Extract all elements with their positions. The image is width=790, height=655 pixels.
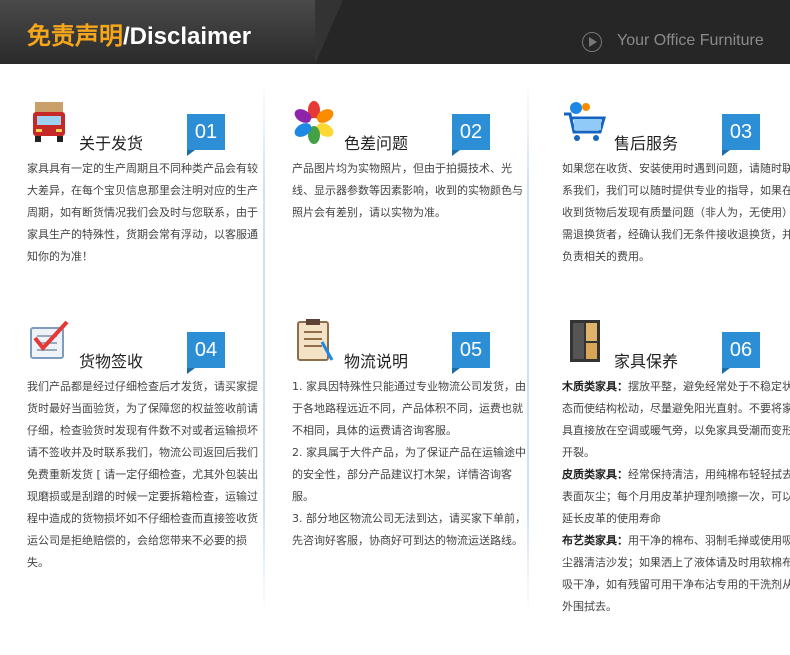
title-tab: 免责声明/Disclaimer <box>0 0 343 64</box>
card-color-diff: 色差问题 02 产品图片均为实物照片，但由于拍摄技术、光线、显示器参数等因素影响… <box>292 100 528 300</box>
card-body: 1. 家具因特殊性只能通过专业物流公司发货，由于各地路程远近不同，产品体积不同，… <box>292 376 528 552</box>
title-en: /Disclaimer <box>123 23 252 50</box>
card-title: 售后服务 <box>614 134 679 153</box>
card-title: 关于发货 <box>79 134 144 153</box>
color-wheel-icon <box>294 101 334 144</box>
care-label: 皮质类家具： <box>562 468 628 481</box>
card-title: 货物签收 <box>79 352 144 371</box>
logistics-item: 3. 部分地区物流公司无法到达，请买家下单前，先咨询好客服，协商好可到达的物流运… <box>292 512 526 547</box>
care-item: 皮质类家具：经常保持清洁，用纯棉布轻轻拭去表面灰尘；每个月用皮革护理剂喷擦一次，… <box>562 464 790 530</box>
card-number-badge: 01 <box>187 114 225 156</box>
card-logistics: 物流说明 05 1. 家具因特殊性只能通过专业物流公司发货，由于各地路程远近不同… <box>292 318 528 608</box>
slogan-text: Your Office Furniture <box>617 32 764 49</box>
card-text: 我们产品都是经过仔细检查后才发货，请买家提货时最好当面验货，为了保障您的权益签收… <box>27 380 259 569</box>
card-title: 物流说明 <box>344 352 409 371</box>
card-receipt: 货物签收 04 我们产品都是经过仔细检查后才发货，请买家提货时最好当面验货，为了… <box>27 318 263 608</box>
card-title: 家具保养 <box>614 352 679 371</box>
title-cn: 免责声明 <box>27 23 123 50</box>
cabinet-icon <box>570 320 600 362</box>
logistics-item: 1. 家具因特殊性只能通过专业物流公司发货，由于各地路程远近不同，产品体积不同，… <box>292 380 526 437</box>
card-text: 产品图片均为实物照片，但由于拍摄技术、光线、显示器参数等因素影响，收到的实物颜色… <box>292 162 523 219</box>
card-number-badge: 06 <box>722 332 760 374</box>
card-body: 我们产品都是经过仔细检查后才发货，请买家提货时最好当面验货，为了保障您的权益签收… <box>27 376 263 574</box>
card-maintenance: 家具保养 06 木质类家具：摆放平整，避免经常处于不稳定状态而使结构松动，尽量避… <box>562 318 790 613</box>
card-body: 产品图片均为实物照片，但由于拍摄技术、光线、显示器参数等因素影响，收到的实物颜色… <box>292 158 528 224</box>
column-divider <box>263 80 265 615</box>
checklist-icon <box>30 320 69 359</box>
card-text: 如果您在收货、安装使用时遇到问题，请随时联系我们，我们可以随时提供专业的指导，如… <box>562 162 790 263</box>
card-body: 如果您在收货、安装使用时遇到问题，请随时联系我们，我们可以随时提供专业的指导，如… <box>562 158 790 268</box>
card-number-badge: 03 <box>722 114 760 156</box>
card-number-badge: 04 <box>187 332 225 374</box>
care-item: 木质类家具：摆放平整，避免经常处于不稳定状态而使结构松动，尽量避免阳光直射。不要… <box>562 376 790 464</box>
card-body: 家具具有一定的生产周期且不同种类产品会有较大差异，在每个宝贝信息那里会注明对应的… <box>27 158 263 268</box>
header-bar: 免责声明/Disclaimer Your Office Furniture <box>0 0 790 64</box>
play-circle-icon[interactable] <box>582 32 602 52</box>
card-text: 家具具有一定的生产周期且不同种类产品会有较大差异，在每个宝贝信息那里会注明对应的… <box>27 162 258 263</box>
page-title: 免责声明/Disclaimer <box>27 16 251 51</box>
card-after-sales: 售后服务 03 如果您在收货、安装使用时遇到问题，请随时联系我们，我们可以随时提… <box>562 100 790 300</box>
card-number-badge: 02 <box>452 114 490 156</box>
card-number-badge: 05 <box>452 332 490 374</box>
card-title: 色差问题 <box>344 134 409 153</box>
card-body: 木质类家具：摆放平整，避免经常处于不稳定状态而使结构松动，尽量避免阳光直射。不要… <box>562 376 790 618</box>
shopping-cart-icon <box>564 102 606 141</box>
care-item: 布艺类家具：用干净的棉布、羽制毛掸或使用吸尘器清洁沙发；如果洒上了液体请及时用软… <box>562 530 790 618</box>
card-shipping: 关于发货 01 家具具有一定的生产周期且不同种类产品会有较大差异，在每个宝贝信息… <box>27 100 263 300</box>
care-label: 木质类家具： <box>562 380 628 393</box>
delivery-truck-icon <box>33 102 65 142</box>
logistics-item: 2. 家具属于大件产品，为了保证产品在运输途中的安全性，部分产品建议打木架，详情… <box>292 446 526 503</box>
clipboard-icon <box>297 319 334 361</box>
care-label: 布艺类家具： <box>562 534 628 547</box>
